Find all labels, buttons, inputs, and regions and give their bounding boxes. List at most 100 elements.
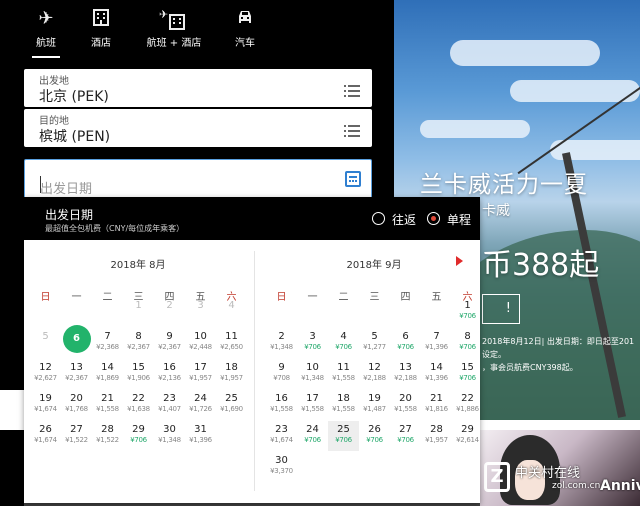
calendar-day[interactable]: 1 ¥706 xyxy=(452,297,483,327)
calendar-day[interactable]: 10 ¥1,348 xyxy=(297,359,328,389)
origin-field[interactable]: 出发地 北京 (PEK) xyxy=(24,69,372,107)
calendar-day[interactable]: 14 ¥1,869 xyxy=(92,359,123,389)
calendar-day[interactable]: 28 ¥1,522 xyxy=(92,421,123,451)
list-icon[interactable] xyxy=(344,82,360,97)
day-number: 12 xyxy=(39,362,52,373)
calendar-day[interactable]: 15 ¥706 xyxy=(452,359,483,389)
calendar-day[interactable]: 13 ¥2,188 xyxy=(390,359,421,389)
calendar-day[interactable]: 12 ¥2,627 xyxy=(30,359,61,389)
date-placeholder: 出发日期 xyxy=(40,182,93,197)
one-way-label[interactable]: 单程 xyxy=(447,211,471,228)
calendar-day[interactable]: 11 ¥2,650 xyxy=(216,328,247,358)
calendar-day[interactable]: 24 ¥1,726 xyxy=(185,390,216,420)
day-number: 31 xyxy=(194,424,207,435)
calendar-day[interactable]: 26 ¥1,674 xyxy=(30,421,61,451)
day-price: ¥706 xyxy=(304,436,321,444)
calendar-day[interactable]: 9 ¥2,367 xyxy=(154,328,185,358)
day-price: ¥1,407 xyxy=(158,405,181,413)
calendar-day[interactable]: 27 ¥706 xyxy=(390,421,421,451)
calendar-day[interactable]: 24 ¥706 xyxy=(297,421,328,451)
day-price: ¥1,558 xyxy=(332,374,355,382)
day-price: ¥2,367 xyxy=(127,343,150,351)
calendar-day[interactable]: 10 ¥2,448 xyxy=(185,328,216,358)
svg-text:✈: ✈ xyxy=(159,8,168,21)
calendar-day[interactable]: 18 ¥1,558 xyxy=(328,390,359,420)
calendar-day[interactable]: 20 ¥1,768 xyxy=(61,390,92,420)
calendar-day[interactable]: 30 ¥1,348 xyxy=(154,421,185,451)
destination-field[interactable]: 目的地 槟城 (PEN) xyxy=(24,109,372,147)
watermark-site: 中关村在线 xyxy=(515,466,581,481)
calendar-day[interactable]: 21 ¥1,816 xyxy=(421,390,452,420)
calendar-day[interactable]: 7 ¥1,396 xyxy=(421,328,452,358)
calendar-day[interactable]: 25 ¥1,690 xyxy=(216,390,247,420)
calendar-icon[interactable] xyxy=(345,171,361,187)
calendar-day[interactable]: 17 ¥1,558 xyxy=(297,390,328,420)
calendar-day[interactable]: 21 ¥1,558 xyxy=(92,390,123,420)
calendar-day[interactable]: 28 ¥1,957 xyxy=(421,421,452,451)
day-price: ¥2,650 xyxy=(220,343,243,351)
tab-flight-hotel[interactable]: ✈ 航班 + 酒店 xyxy=(144,8,204,49)
calendar-day[interactable]: 4 ¥706 xyxy=(328,328,359,358)
calendar-day[interactable]: 8 ¥2,367 xyxy=(123,328,154,358)
day-price: ¥1,558 xyxy=(394,405,417,413)
destination-value[interactable]: 槟城 (PEN) xyxy=(39,126,110,146)
tab-car[interactable]: 汽车 xyxy=(230,8,260,49)
day-number: 21 xyxy=(101,393,114,404)
calendar-day[interactable]: 17 ¥1,957 xyxy=(185,359,216,389)
calendar-day[interactable]: 5 ¥1,277 xyxy=(359,328,390,358)
calendar-day: 4 xyxy=(216,297,247,327)
calendar-day[interactable]: 29 ¥2,614 xyxy=(452,421,483,451)
day-number: 18 xyxy=(337,393,350,404)
round-trip-label[interactable]: 往返 xyxy=(392,211,416,228)
calendar-day[interactable]: 19 ¥1,674 xyxy=(30,390,61,420)
calendar-day[interactable]: 23 ¥1,674 xyxy=(266,421,297,451)
tab-hotels[interactable]: 酒店 xyxy=(84,8,118,49)
calendar-day[interactable]: 7 ¥2,368 xyxy=(92,328,123,358)
calendar-day[interactable]: 31 ¥1,396 xyxy=(185,421,216,451)
day-number: 22 xyxy=(132,393,145,404)
calendar-day[interactable]: 6 ¥706 xyxy=(390,328,421,358)
promo-button[interactable]: ! xyxy=(482,294,520,324)
day-number: 14 xyxy=(430,362,443,373)
calendar-day[interactable]: 22 ¥1,638 xyxy=(123,390,154,420)
calendar-day[interactable]: 8 ¥706 xyxy=(452,328,483,358)
one-way-radio[interactable] xyxy=(427,212,440,225)
day-price: ¥706 xyxy=(459,374,476,382)
calendar-day[interactable]: 26 ¥706 xyxy=(359,421,390,451)
day-number: 18 xyxy=(225,362,238,373)
calendar-day[interactable]: 12 ¥2,188 xyxy=(359,359,390,389)
calendar-day[interactable]: 16 ¥1,558 xyxy=(266,390,297,420)
calendar-day[interactable]: 16 ¥2,136 xyxy=(154,359,185,389)
origin-value[interactable]: 北京 (PEK) xyxy=(39,86,109,106)
calendar-day[interactable]: 14 ¥1,396 xyxy=(421,359,452,389)
weekday-label: 一 xyxy=(307,292,318,303)
weekday-label: 日 xyxy=(276,292,287,303)
day-number: 23 xyxy=(275,424,288,435)
calendar-day[interactable]: 30 ¥3,370 xyxy=(266,452,297,482)
calendar-day[interactable]: 11 ¥1,558 xyxy=(328,359,359,389)
day-price: ¥2,188 xyxy=(363,374,386,382)
calendar-day[interactable]: 19 ¥1,487 xyxy=(359,390,390,420)
calendar-day[interactable]: 29 ¥706 xyxy=(123,421,154,451)
day-number: 20 xyxy=(399,393,412,404)
calendar-day[interactable]: 3 ¥706 xyxy=(297,328,328,358)
departure-date-input[interactable]: 出发日期 xyxy=(24,159,372,201)
calendar-day[interactable]: 15 ¥1,906 xyxy=(123,359,154,389)
calendar-day[interactable]: 13 ¥2,367 xyxy=(61,359,92,389)
calendar-day: 3 xyxy=(185,297,216,327)
calendar-day[interactable]: 25 ¥706 xyxy=(328,421,359,451)
day-number: 13 xyxy=(399,362,412,373)
calendar-day[interactable]: 23 ¥1,407 xyxy=(154,390,185,420)
tab-flights[interactable]: ✈ 航班 xyxy=(30,8,62,49)
calendar-day[interactable]: 22 ¥1,886 xyxy=(452,390,483,420)
day-number: 11 xyxy=(337,362,350,373)
calendar-day[interactable]: 9 ¥708 xyxy=(266,359,297,389)
calendar-day[interactable]: 18 ¥1,957 xyxy=(216,359,247,389)
calendar-day[interactable]: 6 xyxy=(61,325,92,358)
round-trip-radio[interactable] xyxy=(372,212,385,225)
day-number: 15 xyxy=(132,362,145,373)
calendar-day[interactable]: 20 ¥1,558 xyxy=(390,390,421,420)
list-icon[interactable] xyxy=(344,122,360,137)
calendar-day[interactable]: 2 ¥1,348 xyxy=(266,328,297,358)
calendar-day[interactable]: 27 ¥1,522 xyxy=(61,421,92,451)
